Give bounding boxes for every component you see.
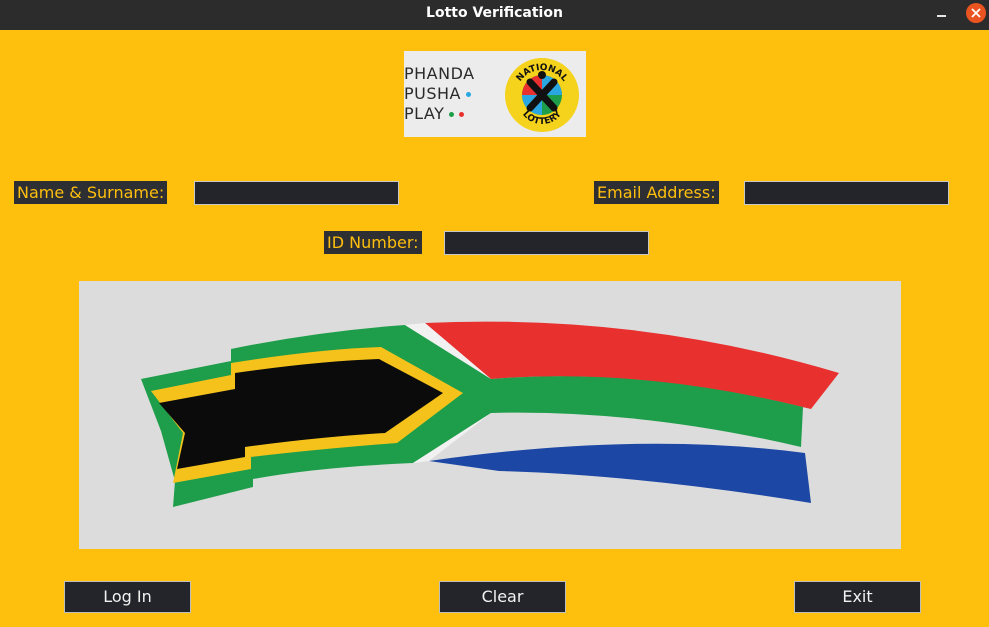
window-titlebar: Lotto Verification bbox=[0, 0, 989, 30]
south-african-flag-image bbox=[141, 321, 839, 507]
flag-image-panel bbox=[79, 281, 901, 549]
close-icon[interactable] bbox=[966, 3, 986, 23]
id-number-input[interactable] bbox=[444, 231, 649, 255]
window-title: Lotto Verification bbox=[426, 5, 563, 21]
logo-line-2: PUSHA bbox=[404, 84, 461, 103]
lottery-logo: PHANDA PUSHA PLAY NATIONAL LOTTERY bbox=[404, 51, 586, 137]
logo-line-3: PLAY bbox=[404, 104, 445, 123]
logo-slogan: PHANDA PUSHA PLAY bbox=[404, 64, 475, 124]
clear-button[interactable]: Clear bbox=[439, 581, 566, 613]
email-address-label: Email Address: bbox=[594, 181, 719, 204]
id-number-label: ID Number: bbox=[324, 231, 422, 254]
name-surname-input[interactable] bbox=[194, 181, 399, 205]
email-address-input[interactable] bbox=[744, 181, 949, 205]
logo-line-1: PHANDA bbox=[404, 64, 475, 83]
minimize-icon[interactable] bbox=[934, 6, 950, 22]
name-surname-label: Name & Surname: bbox=[14, 181, 168, 204]
national-lottery-seal-icon: NATIONAL LOTTERY bbox=[505, 58, 579, 132]
exit-button[interactable]: Exit bbox=[794, 581, 921, 613]
log-in-button[interactable]: Log In bbox=[64, 581, 191, 613]
